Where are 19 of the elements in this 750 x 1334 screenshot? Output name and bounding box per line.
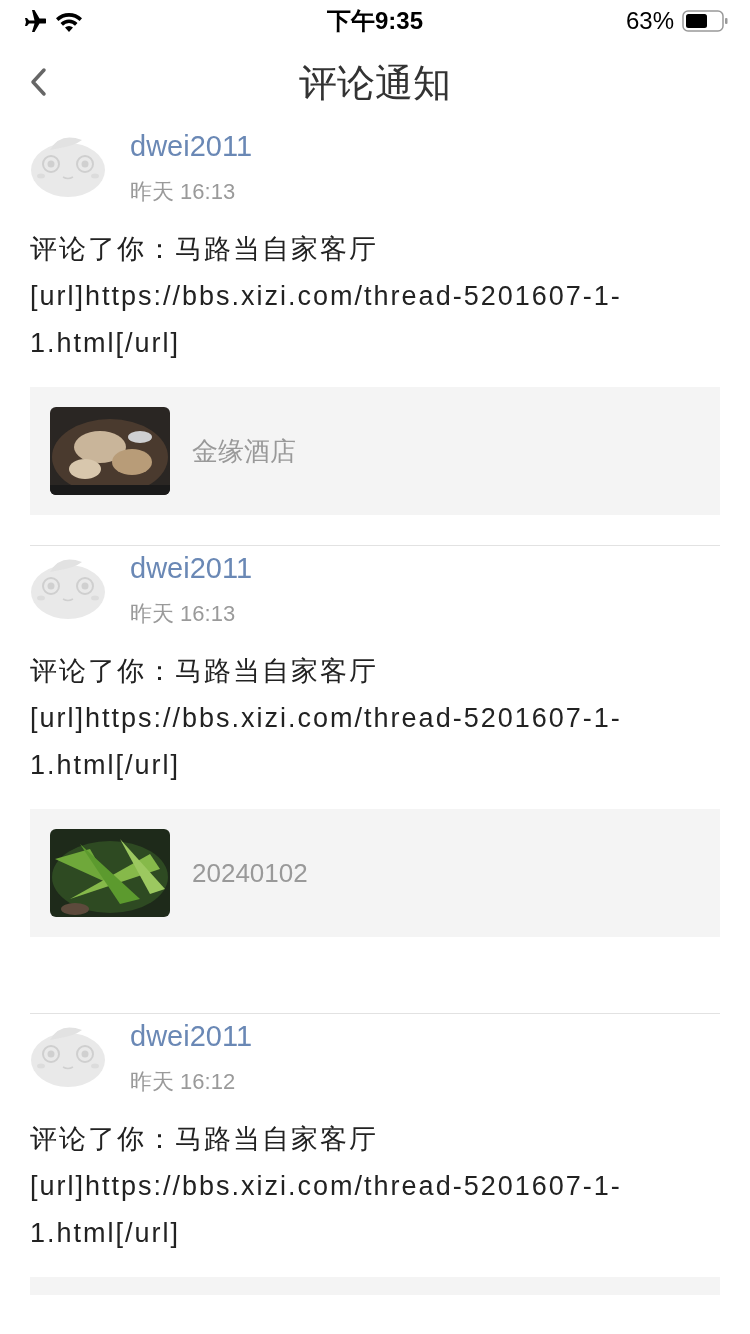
post-title: 金缘酒店 — [192, 434, 296, 468]
comment-text: 评论了你：马路当自家客厅 [url]https://bbs.xizi.com/thread-5201607-1-1.html[/url] — [30, 655, 623, 782]
page-title: 评论通知 — [299, 60, 451, 106]
user-name[interactable]: dwei2011 — [130, 128, 252, 164]
comment-text: 评论了你：马路当自家客厅 [url]https://bbs.xizi.com/thread-5201607-1-1.html[/url] — [30, 233, 623, 360]
comment-text: 评论了你：马路当自家客厅 [url]https://bbs.xizi.com/thread-5201607-1-1.html[/url] — [30, 1123, 623, 1250]
user-name[interactable]: dwei2011 — [130, 1018, 252, 1054]
post-card[interactable]: 20240102 — [30, 809, 720, 937]
airplane-icon — [22, 10, 46, 32]
status-time: 下午9:35 — [326, 6, 423, 36]
post-card[interactable]: 金缘酒店 — [30, 387, 720, 515]
post-title: 20240102 — [192, 856, 308, 890]
comment-time: 昨天 16:13 — [130, 600, 236, 628]
comment-time: 昨天 16:12 — [130, 1068, 236, 1096]
user-name[interactable]: dwei2011 — [130, 550, 252, 586]
battery-percent: 63% — [625, 6, 674, 36]
comment-time: 昨天 16:13 — [130, 178, 236, 206]
battery-icon — [682, 10, 728, 32]
wifi-icon — [54, 10, 84, 32]
